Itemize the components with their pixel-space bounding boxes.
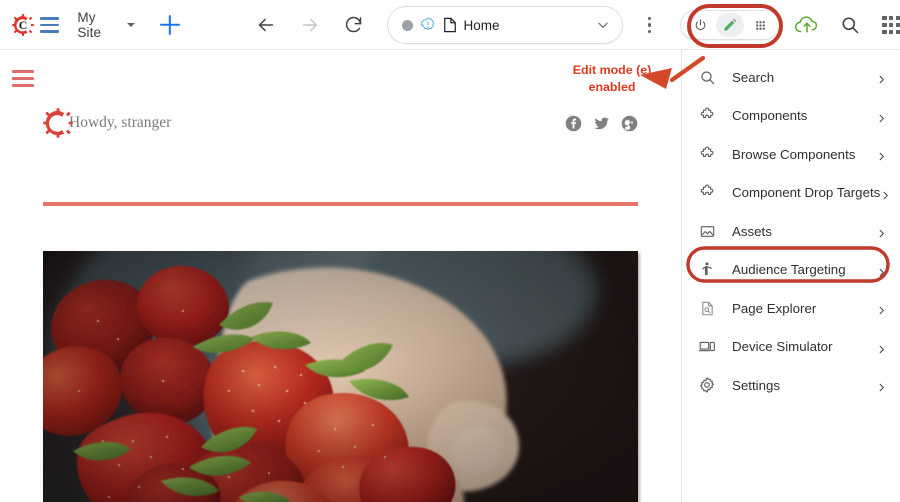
power-toggle-icon[interactable] — [686, 13, 714, 37]
address-bar-title: Home — [463, 17, 500, 33]
annotation-label: Edit mode (e) enabled — [548, 62, 676, 96]
authoring-sidebar: Search Components Browse Components Comp… — [681, 50, 900, 502]
not-secure-warning-icon[interactable] — [420, 17, 436, 33]
browser-navigation — [255, 14, 365, 36]
chevron-down-icon[interactable] — [596, 18, 610, 32]
sidebar-item-component-drop-targets[interactable]: Component Drop Targets — [682, 174, 900, 213]
gear-icon — [698, 376, 716, 394]
sidebar-item-label: Page Explorer — [732, 300, 817, 316]
page-hamburger-menu-icon[interactable] — [12, 70, 34, 87]
more-options-icon[interactable] — [641, 14, 659, 36]
browser-left-controls: C My Site — [0, 10, 183, 40]
reload-icon[interactable] — [343, 14, 365, 36]
sidebar-item-label: Assets — [732, 223, 772, 239]
dots-grid-icon[interactable] — [746, 13, 774, 37]
forward-arrow-icon — [299, 14, 321, 36]
sidebar-item-label: Settings — [732, 377, 781, 393]
search-icon — [698, 68, 716, 86]
sidebar-item-audience-targeting[interactable]: Audience Targeting — [682, 251, 900, 290]
chevron-right-icon — [876, 303, 886, 315]
site-selector[interactable]: My Site — [77, 10, 136, 40]
chevron-right-icon — [880, 188, 890, 199]
chevron-right-icon — [876, 149, 886, 161]
cloud-upload-icon[interactable] — [794, 14, 820, 36]
page-document-icon — [443, 17, 457, 33]
chevron-right-icon — [876, 226, 886, 238]
red-gear-c-logo-icon: C — [12, 14, 34, 36]
sidebar-item-label: Component Drop Targets — [732, 185, 881, 201]
sidebar-item-assets[interactable]: Assets — [682, 212, 900, 251]
sidebar-item-search[interactable]: Search — [682, 58, 900, 97]
sidebar-item-browse-components[interactable]: Browse Components — [682, 135, 900, 174]
social-links — [565, 115, 638, 132]
edit-toolbar-group — [680, 10, 781, 40]
chevron-right-icon — [876, 342, 886, 353]
puzzle-piece-icon — [698, 107, 716, 125]
chevron-down-icon — [127, 23, 136, 27]
page-preview: C Howdy, stranger — [0, 50, 681, 502]
hamburger-menu-icon[interactable] — [40, 17, 60, 33]
twitter-icon[interactable] — [593, 115, 610, 132]
search-icon[interactable] — [840, 15, 860, 35]
address-bar[interactable]: Home — [386, 6, 623, 44]
image-icon — [698, 222, 716, 240]
svg-text:C: C — [52, 113, 65, 133]
chevron-right-icon — [876, 380, 886, 392]
sidebar-item-label: Audience Targeting — [732, 262, 846, 278]
page-greeting: Howdy, stranger — [69, 114, 172, 131]
page-search-icon — [698, 299, 716, 317]
svg-text:C: C — [19, 18, 28, 32]
person-icon — [698, 261, 716, 279]
sidebar-item-page-explorer[interactable]: Page Explorer — [682, 289, 900, 328]
facebook-icon[interactable] — [565, 115, 582, 132]
chevron-right-icon — [876, 265, 886, 276]
hero-image — [43, 251, 638, 502]
apps-grid-icon[interactable] — [882, 16, 900, 34]
sidebar-item-components[interactable]: Components — [682, 97, 900, 136]
googleplus-icon[interactable] — [621, 115, 638, 132]
browser-toolbar: C My Site Home — [0, 0, 900, 50]
page-header: C Howdy, stranger — [43, 103, 638, 143]
header-divider — [43, 202, 638, 206]
site-name-label: My Site — [77, 10, 102, 40]
sidebar-item-label: Browse Components — [732, 146, 856, 162]
sidebar-item-label: Device Simulator — [732, 339, 833, 355]
new-tab-plus-icon[interactable] — [157, 12, 182, 38]
sidebar-item-label: Components — [732, 108, 808, 124]
device-simulator-icon — [698, 338, 716, 356]
sidebar-item-device-simulator[interactable]: Device Simulator — [682, 328, 900, 367]
app-root: C My Site Home C Howdy, stranger Search … — [0, 0, 900, 502]
sidebar-item-settings[interactable]: Settings — [682, 366, 900, 405]
chevron-right-icon — [876, 72, 886, 84]
sidebar-item-label: Search — [732, 69, 775, 85]
annotation-line-2: enabled — [588, 80, 636, 94]
gray-dot-icon — [401, 19, 413, 31]
puzzle-piece-icon — [698, 184, 716, 202]
puzzle-piece-icon — [698, 145, 716, 163]
edit-pencil-icon[interactable] — [716, 13, 745, 37]
red-gear-c-logo-icon: C — [43, 108, 73, 138]
chevron-right-icon — [876, 111, 886, 122]
annotation-line-1: Edit mode (e) — [572, 63, 652, 77]
back-arrow-icon[interactable] — [255, 14, 277, 36]
